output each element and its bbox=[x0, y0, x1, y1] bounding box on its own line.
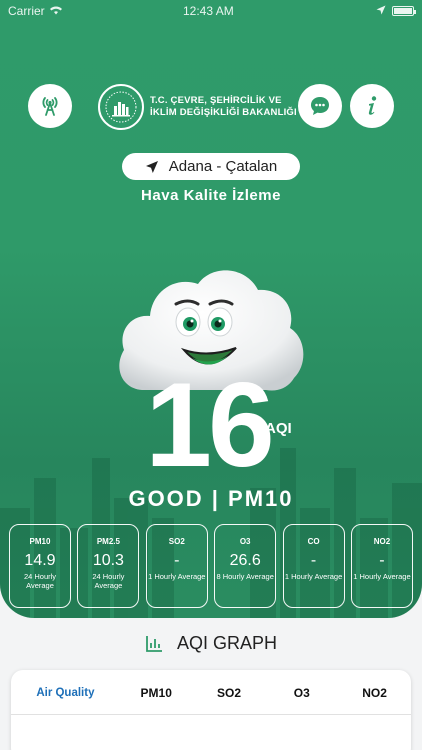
aqi-graph-title: AQI GRAPH bbox=[176, 633, 278, 653]
pollutant-average-label: 1 Hourly Average bbox=[353, 572, 411, 581]
tab-no2[interactable]: NO2 bbox=[338, 686, 411, 700]
pollutant-value: 14.9 bbox=[24, 552, 56, 569]
aqi-unit-label: AQI bbox=[265, 420, 292, 437]
pollutant-card-so2[interactable]: SO2 - 1 Hourly Average bbox=[145, 524, 208, 608]
pollutant-card-pm25[interactable]: PM2.5 10.3 24 Hourly Average bbox=[77, 524, 140, 608]
aqi-status: GOOD | PM10 bbox=[128, 486, 294, 511]
carrier-label: Carrier bbox=[8, 4, 45, 18]
pollutant-name: SO2 bbox=[168, 537, 185, 546]
pollutant-average-label: 24 Hourly Average bbox=[92, 572, 125, 590]
pollutant-value: - bbox=[174, 552, 180, 569]
station-antenna-button[interactable] bbox=[28, 84, 72, 128]
chat-button[interactable] bbox=[298, 84, 342, 128]
tab-so2[interactable]: SO2 bbox=[193, 686, 266, 700]
pollutant-name: O3 bbox=[239, 537, 251, 546]
graph-tab-card: Air Quality PM10 SO2 O3 NO2 bbox=[11, 670, 411, 750]
bar-chart-icon bbox=[146, 635, 162, 652]
tab-pm10[interactable]: PM10 bbox=[120, 686, 193, 700]
pollutant-card-o3[interactable]: O3 26.6 8 Hourly Average bbox=[214, 524, 277, 608]
pollutant-name: CO bbox=[307, 537, 320, 546]
pollutant-card-co[interactable]: CO - 1 Hourly Average bbox=[282, 524, 345, 608]
header-row: T.C. ÇEVRE, ŞEHİRCİLİK VE İKLİM DEĞİŞİKL… bbox=[0, 84, 422, 130]
pollutant-name: PM10 bbox=[29, 537, 51, 546]
location-selector[interactable]: Adana - Çatalan bbox=[122, 153, 300, 180]
pollutant-value: - bbox=[310, 552, 317, 569]
battery-icon bbox=[392, 6, 416, 16]
tab-air-quality[interactable]: Air Quality bbox=[11, 686, 120, 701]
wifi-icon bbox=[49, 4, 63, 18]
tab-divider bbox=[11, 714, 411, 715]
pollutant-value: 10.3 bbox=[92, 552, 124, 569]
ministry-name-line1: T.C. ÇEVRE, ŞEHİRCİLİK VE bbox=[150, 95, 282, 106]
antenna-icon bbox=[42, 97, 58, 116]
location-label: Adana - Çatalan bbox=[168, 158, 278, 175]
status-bar: Carrier 12:43 AM bbox=[0, 0, 422, 22]
pollutant-card-no2[interactable]: NO2 - 1 Hourly Average bbox=[350, 524, 413, 608]
clock: 12:43 AM bbox=[183, 4, 234, 18]
info-icon bbox=[368, 96, 377, 115]
pollutant-cards: PM10 14.9 24 Hourly Average PM2.5 10.3 2… bbox=[9, 524, 413, 608]
info-button[interactable] bbox=[350, 84, 394, 128]
ministry-name-line2: İKLİM DEĞİŞİKLİĞİ BAKANLIĞI bbox=[150, 107, 297, 118]
pollutant-value: 26.6 bbox=[229, 552, 261, 569]
pollutant-average-label: 1 Hourly Average bbox=[284, 572, 343, 581]
ministry-logo: T.C. ÇEVRE, ŞEHİRCİLİK VE İKLİM DEĞİŞİKL… bbox=[98, 84, 297, 130]
app-subtitle: Hava Kalite İzleme bbox=[141, 187, 281, 204]
pollutant-name: PM2.5 bbox=[96, 537, 120, 546]
pollutant-card-pm10[interactable]: PM10 14.9 24 Hourly Average bbox=[9, 524, 71, 608]
pollutant-average-label: 8 Hourly Average bbox=[216, 572, 274, 581]
pollutant-average-label: 1 Hourly Average bbox=[148, 572, 206, 581]
location-arrow-icon bbox=[376, 4, 386, 18]
pollutant-average-label: 24 Hourly Average bbox=[23, 572, 57, 590]
pollutant-value: - bbox=[379, 552, 385, 569]
aqi-value: 16 bbox=[145, 358, 274, 492]
tab-o3[interactable]: O3 bbox=[265, 686, 338, 700]
aqi-graph-header: AQI GRAPH bbox=[0, 633, 422, 654]
ministry-seal-icon bbox=[98, 84, 144, 130]
graph-tabs: Air Quality PM10 SO2 O3 NO2 bbox=[11, 670, 411, 716]
chat-bubble-icon bbox=[311, 97, 329, 115]
location-arrow-icon bbox=[145, 160, 158, 173]
pollutant-name: NO2 bbox=[373, 537, 391, 546]
